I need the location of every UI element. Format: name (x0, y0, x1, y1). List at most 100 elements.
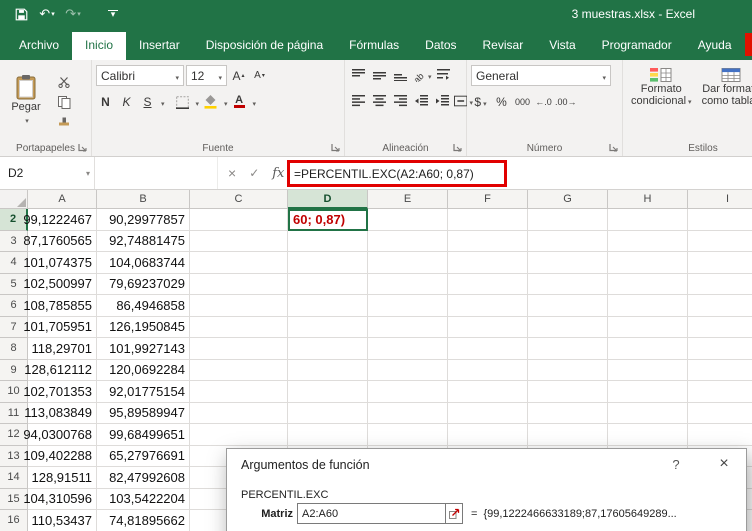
redo-button[interactable]: ↷ ▾ (62, 4, 84, 24)
cell-D12[interactable] (288, 424, 368, 446)
column-header-H[interactable]: H (608, 190, 688, 209)
cell-A10[interactable]: 102,701353 (23, 381, 97, 403)
align-bottom-button[interactable] (391, 65, 410, 85)
cell-I5[interactable] (688, 274, 752, 295)
enter-formula-icon[interactable]: ✓ (249, 166, 259, 180)
cell-F11[interactable] (448, 402, 528, 424)
italic-button[interactable]: K (117, 92, 136, 112)
cell-B13[interactable]: 65,27976691 (97, 445, 190, 467)
cell-E11[interactable] (368, 402, 448, 424)
undo-button[interactable]: ↶ ▾ (36, 4, 58, 24)
cell-H12[interactable] (608, 424, 688, 446)
column-header-I[interactable]: I (688, 190, 752, 209)
number-format-select[interactable]: General (471, 65, 611, 86)
cell-I2[interactable] (688, 209, 752, 231)
cell-G12[interactable] (528, 424, 608, 446)
cell-I8[interactable] (688, 338, 752, 360)
cell-F12[interactable] (448, 424, 528, 446)
cell-B11[interactable]: 95,89589947 (97, 402, 190, 424)
font-size-select[interactable]: 12 (186, 65, 227, 86)
cell-B14[interactable]: 82,47992608 (97, 467, 190, 489)
cell-B10[interactable]: 92,01775154 (97, 381, 190, 403)
align-middle-button[interactable] (370, 65, 389, 85)
cell-F6[interactable] (448, 295, 528, 317)
tab-ayuda[interactable]: Ayuda (685, 32, 745, 60)
cell-D11[interactable] (288, 402, 368, 424)
cell-I10[interactable] (688, 381, 752, 403)
copy-button[interactable] (54, 94, 74, 111)
cell-D4[interactable] (288, 252, 368, 274)
cell-A14[interactable]: 128,91511 (28, 467, 97, 489)
tab-programador[interactable]: Programador (589, 32, 685, 60)
cell-G2[interactable] (528, 209, 608, 231)
column-header-F[interactable]: F (448, 190, 528, 209)
decrease-decimal-button[interactable]: .00→ (555, 92, 577, 112)
cell-D2[interactable]: 60; 0,87) (288, 209, 368, 231)
cell-D10[interactable] (288, 381, 368, 403)
save-button[interactable] (10, 4, 32, 24)
cell-A9[interactable]: 128,612112 (24, 359, 97, 381)
cell-E9[interactable] (368, 359, 448, 381)
cell-E8[interactable] (368, 338, 448, 360)
align-right-button[interactable] (391, 91, 410, 111)
select-all-corner[interactable] (0, 190, 28, 209)
cell-I6[interactable] (688, 295, 752, 317)
cell-F8[interactable] (448, 338, 528, 360)
cell-C7[interactable] (190, 316, 288, 338)
cell-H5[interactable] (608, 273, 688, 295)
cell-A8[interactable]: 118,29701 (28, 338, 97, 360)
increase-indent-button[interactable] (433, 91, 452, 111)
cell-A3[interactable]: 87,1760565 (23, 230, 97, 252)
cell-G10[interactable] (528, 381, 608, 403)
cell-A12[interactable]: 94,0300768 (23, 424, 97, 446)
cell-C5[interactable] (190, 273, 288, 295)
cell-H6[interactable] (608, 295, 688, 317)
percent-style-button[interactable]: % (492, 92, 511, 112)
cell-B16[interactable]: 74,81895662 (97, 510, 190, 531)
cell-A11[interactable]: 113,083849 (24, 402, 97, 424)
cell-C2[interactable] (190, 209, 288, 231)
cell-B8[interactable]: 101,9927143 (97, 338, 190, 360)
column-header-E[interactable]: E (368, 190, 448, 209)
cell-G7[interactable] (528, 316, 608, 338)
cell-F9[interactable] (448, 359, 528, 381)
cell-A5[interactable]: 102,500997 (23, 273, 97, 295)
column-header-B[interactable]: B (97, 190, 190, 209)
cell-C9[interactable] (190, 359, 288, 381)
cell-E6[interactable] (368, 295, 448, 317)
borders-button[interactable] (173, 92, 192, 112)
customize-quick-access-toolbar-button[interactable]: ▾ (102, 4, 124, 24)
cell-D5[interactable] (288, 273, 368, 295)
cell-C3[interactable] (190, 230, 288, 252)
cell-G9[interactable] (528, 359, 608, 381)
cell-A15[interactable]: 104,310596 (23, 488, 97, 510)
fill-color-button[interactable] (201, 92, 220, 112)
cell-B6[interactable]: 86,4946858 (97, 295, 190, 317)
range-picker-button[interactable] (445, 504, 462, 523)
cell-I4[interactable] (688, 252, 752, 274)
cell-H11[interactable] (608, 402, 688, 424)
tab-datos[interactable]: Datos (412, 32, 469, 60)
cell-E12[interactable] (368, 424, 448, 446)
cell-H10[interactable] (608, 381, 688, 403)
cell-I11[interactable] (688, 403, 752, 424)
dialog-help-button[interactable]: ? (668, 457, 684, 472)
cancel-formula-icon[interactable]: × (228, 165, 236, 181)
cell-B12[interactable]: 99,68499651 (97, 424, 190, 446)
cell-E4[interactable] (368, 252, 448, 274)
cell-A13[interactable]: 109,402288 (23, 445, 97, 467)
cell-F5[interactable] (448, 273, 528, 295)
formula-text[interactable]: =PERCENTIL.EXC(A2:A60; 0,87) (294, 167, 474, 181)
cell-D7[interactable] (288, 316, 368, 338)
cell-H2[interactable] (608, 209, 688, 231)
cell-C12[interactable] (190, 424, 288, 446)
format-painter-button[interactable] (54, 114, 74, 131)
cell-H4[interactable] (608, 252, 688, 274)
cell-F3[interactable] (448, 230, 528, 252)
cell-I3[interactable] (688, 231, 752, 252)
font-color-button[interactable]: A (230, 92, 249, 112)
cell-D8[interactable] (288, 338, 368, 360)
cell-B4[interactable]: 104,0683744 (97, 252, 190, 274)
comma-style-button[interactable]: 000 (513, 92, 532, 112)
cell-G8[interactable] (528, 338, 608, 360)
